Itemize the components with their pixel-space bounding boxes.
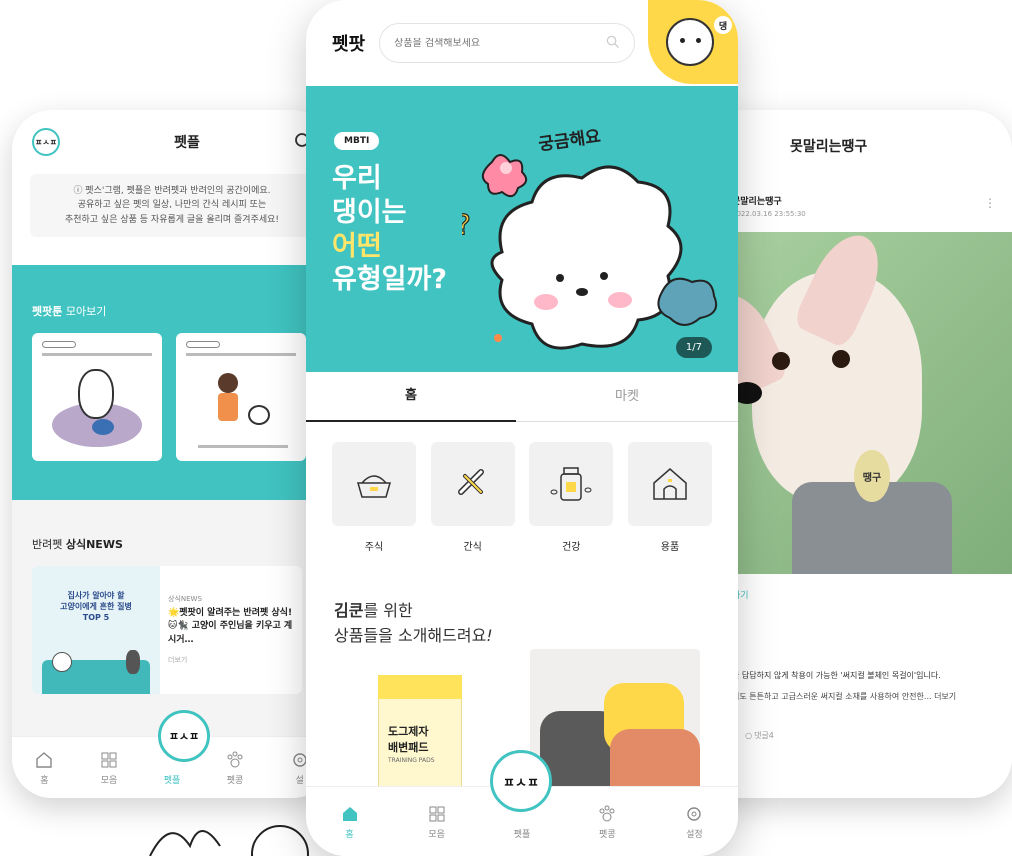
category-health[interactable]: 건강	[529, 442, 614, 553]
name-tag: 땡구	[854, 450, 890, 502]
nav-home[interactable]: 홈	[340, 804, 360, 840]
post-author: 못말리는땡구	[732, 197, 782, 207]
left-header: ㅍㅅㅍ 펫플	[12, 110, 332, 174]
nav-collection[interactable]: 모음	[99, 750, 119, 786]
app-showcase: ㅍㅅㅍ 펫플 ⓘ 펫스'그램, 펫플은 반려펫과 반려인의 공간이에요. 공유하…	[0, 0, 1012, 856]
toon-card[interactable]	[176, 333, 306, 461]
tab-market[interactable]: 마켓	[516, 372, 738, 422]
recommend-heading: 김쿤를 위한 상품들을 소개해드려요!	[334, 601, 493, 645]
nav-home[interactable]: 홈	[34, 750, 54, 786]
category-snack[interactable]: 간식	[430, 442, 515, 553]
news-section: 반려펫 상식NEWS 전체 집사가 알아야 할 고양이에게 흔한 질병 TOP …	[12, 500, 332, 740]
bone-icon	[457, 469, 484, 495]
tab-home[interactable]: 홈	[306, 371, 516, 422]
supplement-icon	[550, 467, 592, 501]
food-bowl-icon	[357, 475, 391, 498]
comment-count[interactable]: 댓글4	[754, 730, 774, 741]
nav-settings[interactable]: 설정	[684, 804, 704, 840]
category-supplies[interactable]: 용품	[627, 442, 712, 553]
notice-text: ⓘ 펫스'그램, 펫플은 반려펫과 반려인의 공간이에요.	[73, 186, 271, 196]
grid-icon	[101, 752, 117, 767]
dog-illustration: ? ?	[462, 154, 718, 350]
post-header: 못말리는땡구 2022.03.16 23:55:30	[732, 194, 806, 218]
category-grid: 주식 간식 건강 용품	[306, 422, 738, 553]
post-time: 2022.03.16 23:55:30	[732, 210, 806, 218]
post-description: 불 답답하지 않게 착용이 가능한 '써지컬 볼체인 목걸이'입니다. 서도 튼…	[732, 671, 957, 701]
home-icon	[342, 806, 357, 821]
avatar[interactable]: ㅍㅅㅍ	[32, 128, 60, 156]
page-title: 못말리는땡구	[790, 139, 868, 155]
tab-bar: 홈 마켓	[306, 372, 738, 422]
product-name: 배변패드	[388, 740, 429, 754]
fab-button[interactable]: ㅍㅅㅍ	[490, 750, 552, 812]
more-menu-icon[interactable]: ⋮	[984, 196, 996, 210]
avatar-badge: 댕	[714, 16, 732, 34]
search-icon[interactable]	[606, 34, 620, 53]
home-icon	[36, 751, 53, 768]
news-tag: 상식NEWS	[168, 595, 202, 604]
comment-icon: ○	[745, 731, 753, 740]
right-phone-screen: 못말리는땡구 못말리는땡구 2022.03.16 23:55:30 ⋮ 땡구 가…	[700, 110, 1012, 798]
news-text: 🌟펫팟이 알려주는 반려펫 상식!🐱🐈‍⬛ 고양이 주인님을 키우고 계시거…	[168, 607, 293, 645]
news-card[interactable]: 집사가 알아야 할 고양이에게 흔한 질병 TOP 5 상식NEWS 🌟펫팟이 …	[32, 566, 302, 694]
notice-text: 추천하고 싶은 상품 등 자유롭게 글을 올리며 즐겨주세요!	[64, 214, 280, 225]
svg-text:?: ?	[462, 208, 471, 241]
toon-section: 펫팟툰 모아보기 전체	[12, 265, 332, 500]
promo-banner[interactable]: MBTI 우리 댕이는 어떤 유형일까? 궁금해요 ? ? 1/7	[306, 86, 738, 372]
banner-page-indicator: 1/7	[675, 337, 712, 358]
news-thumbnail: 집사가 알아야 할 고양이에게 흔한 질병 TOP 5	[32, 566, 160, 694]
category-food[interactable]: 주식	[332, 442, 416, 553]
center-phone-screen: 펫팟 댕 MBTI 우리 댕이는 어떤 유형일까? 궁금해요 ? ?	[306, 0, 738, 856]
page-title: 펫플	[174, 135, 200, 151]
gear-icon	[687, 806, 702, 821]
top-bar: 펫팟 댕	[306, 0, 738, 86]
left-phone-screen: ㅍㅅㅍ 펫플 ⓘ 펫스'그램, 펫플은 반려펫과 반려인의 공간이에요. 공유하…	[12, 110, 332, 798]
section-title: 반려펫 상식NEWS	[32, 538, 123, 551]
toon-card[interactable]	[32, 333, 162, 461]
nav-petkong[interactable]: 펫콩	[597, 804, 617, 840]
dog-house-icon	[653, 468, 687, 500]
grid-icon	[429, 806, 445, 821]
search-input[interactable]	[394, 37, 595, 49]
profile-avatar[interactable]: 댕	[648, 0, 738, 84]
app-logo[interactable]: 펫팟	[332, 30, 365, 56]
search-bar[interactable]	[379, 23, 636, 63]
nav-collection[interactable]: 모음	[427, 804, 447, 840]
paw-icon	[599, 805, 615, 821]
paw-icon	[227, 751, 243, 767]
product-subtitle: TRAINING PADS	[388, 756, 435, 764]
nav-petkong[interactable]: 펫콩	[225, 750, 245, 786]
notice-box: ⓘ 펫스'그램, 펫플은 반려펫과 반려인의 공간이에요. 공유하고 싶은 펫의…	[30, 174, 314, 238]
post-stats: 3 ○ 댓글4	[732, 730, 774, 741]
banner-headline: 우리 댕이는 어떤 유형일까?	[332, 163, 448, 296]
product-brand: 도그제자	[388, 724, 429, 738]
post-photo: 땡구	[732, 232, 1012, 574]
notice-text: 공유하고 싶은 펫의 일상, 나만의 간식 레시피 또는	[77, 200, 267, 211]
section-title: 펫팟툰 모아보기	[32, 305, 107, 318]
banner-tag: MBTI	[334, 132, 380, 150]
more-link[interactable]: 더보기	[168, 655, 294, 666]
product-card[interactable]	[530, 648, 700, 809]
fab-button[interactable]: ㅍㅅㅍ	[158, 710, 210, 762]
